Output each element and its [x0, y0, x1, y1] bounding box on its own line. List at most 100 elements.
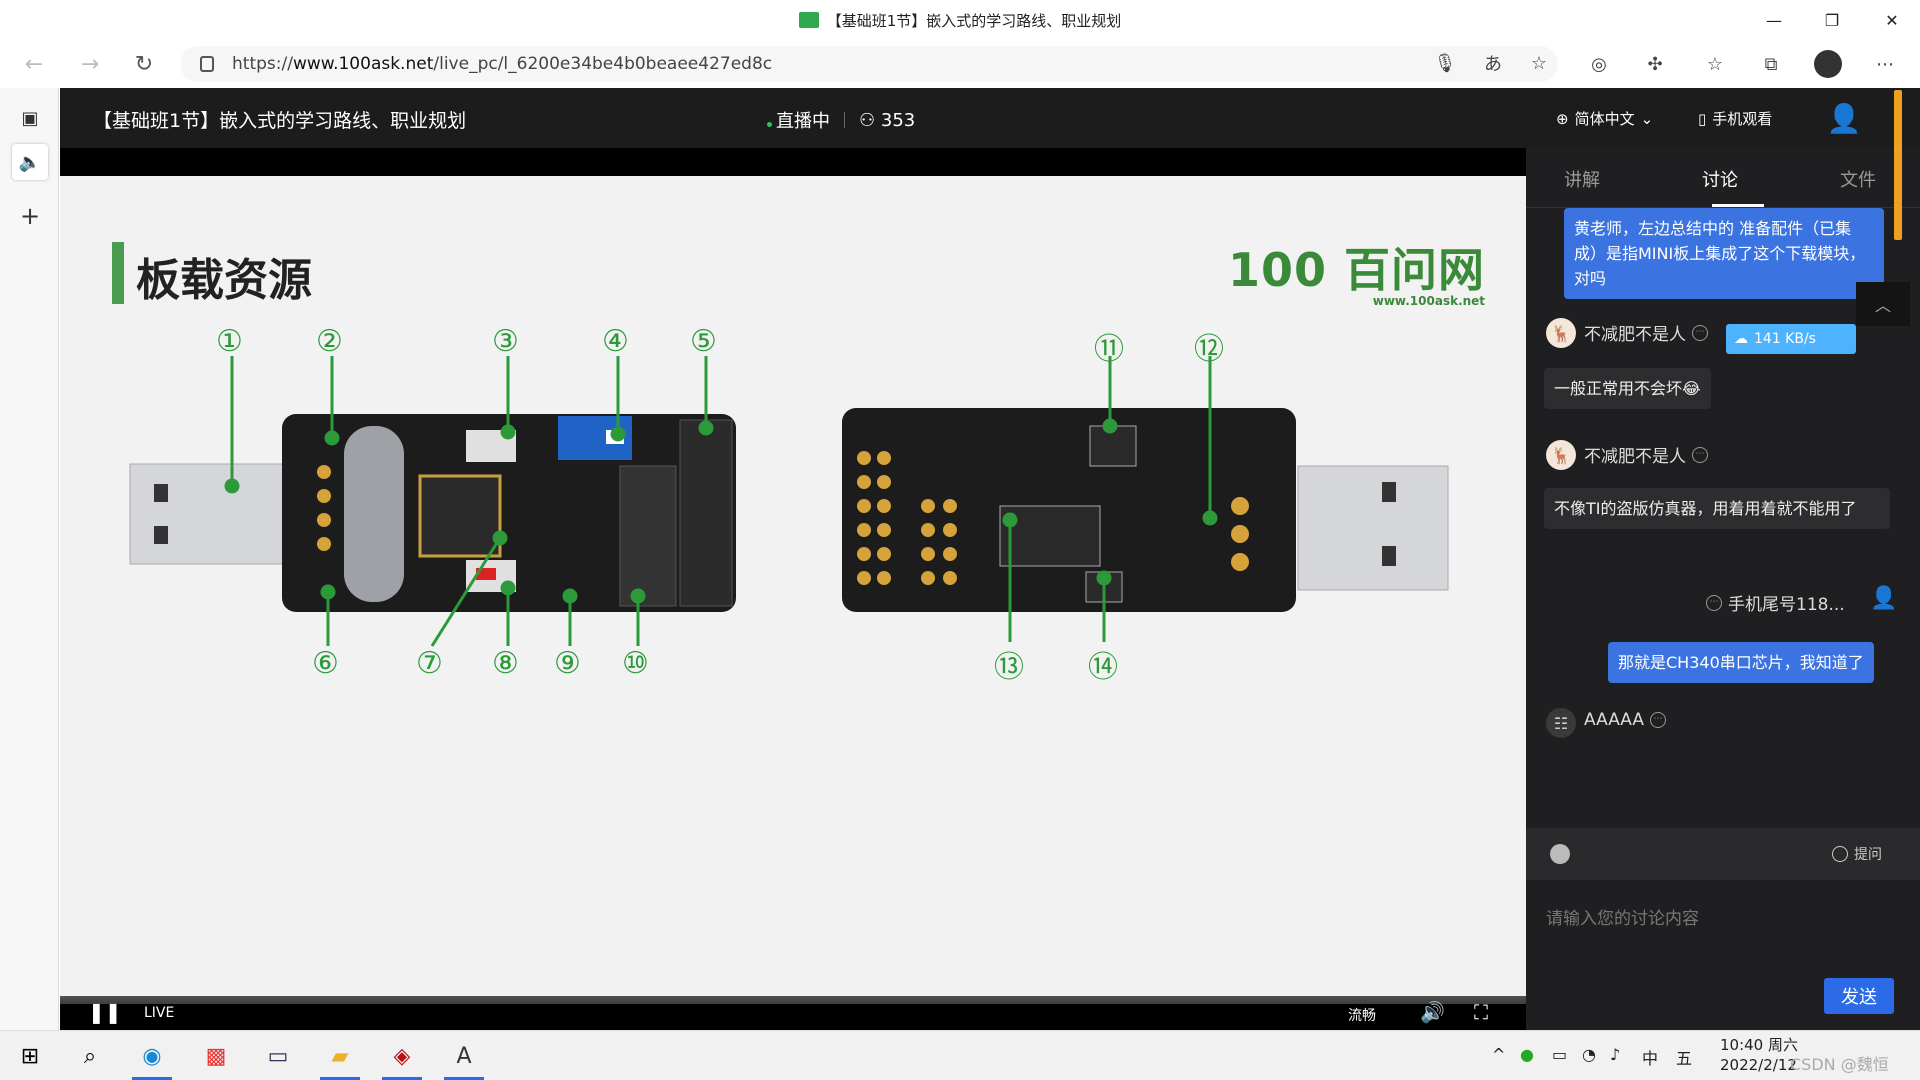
- minimize-button[interactable]: —: [1746, 0, 1802, 40]
- tab-files[interactable]: 文件: [1840, 166, 1876, 192]
- tray-chevron-icon[interactable]: ^: [1492, 1045, 1505, 1064]
- profile-avatar[interactable]: [1814, 50, 1842, 78]
- viewers-count: ⚇ 353: [859, 109, 916, 131]
- side-tabs: 讲解 讨论 文件: [1526, 148, 1920, 208]
- emoji-icon[interactable]: [1550, 844, 1570, 864]
- discussion-input[interactable]: 请输入您的讨论内容: [1546, 904, 1699, 929]
- callout-14: ⑭: [1088, 650, 1118, 685]
- side-panel: 讲解 讨论 文件 黄老师，左边总结中的 准备配件（已集成）是指MINI板上集成了…: [1526, 148, 1920, 1030]
- live-dot-icon: [767, 122, 772, 127]
- search-icon[interactable]: ⌕: [66, 1037, 114, 1075]
- extensions-icon[interactable]: ✣: [1640, 49, 1670, 79]
- callout-13: ⑬: [994, 650, 1024, 685]
- callout-2: ②: [316, 324, 343, 359]
- address-bar[interactable]: https://www.100ask.net/live_pc/l_6200e34…: [180, 46, 1558, 82]
- callout-1: ①: [216, 324, 243, 359]
- message-user: ⋯ 手机尾号118...: [1706, 590, 1845, 615]
- quality-button[interactable]: 流畅: [1348, 1005, 1376, 1025]
- device-app-icon[interactable]: ▭: [254, 1037, 302, 1075]
- tracking-icon[interactable]: ◎: [1584, 49, 1614, 79]
- page-scrollbar[interactable]: [1894, 90, 1902, 240]
- close-button[interactable]: ✕: [1864, 0, 1920, 40]
- callout-8: ⑧: [492, 646, 519, 681]
- ask-toggle[interactable]: 提问: [1832, 844, 1882, 864]
- callout-12: ⑫: [1194, 332, 1224, 367]
- system-clock[interactable]: 10:40 周六 2022/2/12: [1720, 1035, 1798, 1075]
- wifi-icon[interactable]: ◔: [1582, 1045, 1596, 1064]
- speed-text: 141 KB/s: [1754, 331, 1816, 347]
- speaker-icon[interactable]: ♪: [1610, 1045, 1620, 1064]
- clock-time: 10:40 周六: [1720, 1036, 1798, 1054]
- usb-connector-left: [129, 463, 301, 565]
- callout-3: ③: [492, 324, 519, 359]
- youdao-icon[interactable]: ▩: [192, 1037, 240, 1075]
- window-title-text: 【基础班1节】嵌入式的学习路线、职业规划: [826, 11, 1122, 30]
- callout-5: ⑤: [690, 324, 717, 359]
- back-button[interactable]: ←: [16, 48, 52, 80]
- favorite-add-icon[interactable]: ☆: [1524, 48, 1554, 78]
- cloud-icon: ☁: [1734, 331, 1748, 347]
- send-button[interactable]: 发送: [1824, 978, 1894, 1014]
- maximize-button[interactable]: ❐: [1804, 0, 1860, 40]
- message-bubble-other: 一般正常用不会坏😂: [1544, 368, 1711, 409]
- battery-icon[interactable]: ▭: [1552, 1045, 1567, 1064]
- video-player[interactable]: 板载资源 100 百问网 www.100ask.net ① ② ③ ④ ⑤ ⑥ …: [60, 148, 1526, 1030]
- message-bubble-other: 不像TI的盗版仿真器，用着用着就不能用了: [1544, 488, 1890, 529]
- callout-6: ⑥: [312, 646, 339, 681]
- pause-icon[interactable]: ❚❚: [88, 1000, 122, 1024]
- user-avatar: 🦌: [1546, 318, 1576, 348]
- collections-icon[interactable]: ⧉: [1756, 49, 1786, 79]
- favorites-icon[interactable]: ☆: [1700, 49, 1730, 79]
- edge-browser-icon[interactable]: ◉: [128, 1037, 176, 1080]
- message-bubble-me: 那就是CH340串口芯片，我知道了: [1608, 642, 1874, 683]
- volume-icon[interactable]: 🔊: [1420, 1000, 1445, 1024]
- forward-button[interactable]: →: [72, 48, 108, 80]
- more-menu-icon[interactable]: ⋯: [1870, 49, 1900, 79]
- lock-icon: [200, 56, 214, 72]
- slide-content: 板载资源 100 百问网 www.100ask.net ① ② ③ ④ ⑤ ⑥ …: [60, 176, 1526, 1004]
- vertical-tabs-panel: ▣ 🔈 +: [0, 88, 59, 1030]
- more-icon[interactable]: ⋯: [1650, 712, 1667, 728]
- tab-lecture[interactable]: 讲解: [1564, 166, 1600, 192]
- tray-app-icon[interactable]: ●: [1520, 1045, 1534, 1064]
- browser-toolbar: ← → ↻ https://www.100ask.net/live_pc/l_6…: [0, 40, 1920, 88]
- pdf-reader-icon[interactable]: ◈: [378, 1037, 426, 1080]
- mobile-watch-button[interactable]: ▯ 手机观看: [1698, 108, 1772, 129]
- ime-mode[interactable]: 五: [1676, 1045, 1692, 1069]
- language-select[interactable]: ⊕ 简体中文 ⌄: [1556, 108, 1653, 129]
- video-controls: ❚❚ LIVE 流畅 🔊 ⛶: [60, 996, 1526, 1030]
- globe-icon: ⊕: [1556, 109, 1569, 128]
- file-explorer-icon[interactable]: ▰: [316, 1037, 364, 1080]
- chevron-down-icon: ⌄: [1640, 109, 1654, 128]
- tab-actions-icon[interactable]: ▣: [12, 100, 48, 136]
- read-aloud-icon[interactable]: あ: [1478, 48, 1508, 78]
- tab-discussion[interactable]: 讨论: [1702, 166, 1738, 192]
- more-icon[interactable]: ⋯: [1692, 446, 1708, 463]
- usb-connector-right: [1297, 465, 1449, 591]
- new-tab-icon[interactable]: +: [12, 198, 48, 234]
- divider: [844, 112, 845, 128]
- live-page: 【基础班1节】嵌入式的学习路线、职业规划 直播中 ⚇ 353 ⊕ 简体中文 ⌄ …: [60, 88, 1920, 1030]
- app-a-icon[interactable]: A: [440, 1037, 488, 1080]
- radio-icon: [1832, 846, 1848, 862]
- site-favicon-icon: [798, 12, 819, 28]
- user-avatar-icon[interactable]: 👤: [1826, 100, 1862, 136]
- microphone-icon[interactable]: 🎙: [1430, 48, 1460, 78]
- callout-9: ⑨: [554, 646, 581, 681]
- page-header: 【基础班1节】嵌入式的学习路线、职业规划 直播中 ⚇ 353 ⊕ 简体中文 ⌄ …: [60, 88, 1920, 148]
- ime-indicator[interactable]: 中: [1642, 1045, 1658, 1069]
- more-icon[interactable]: ⋯: [1706, 594, 1722, 611]
- windows-start-icon[interactable]: ⊞: [6, 1037, 54, 1075]
- refresh-button[interactable]: ↻: [126, 48, 162, 80]
- scroll-up-button[interactable]: ︿: [1856, 282, 1910, 326]
- audio-tab-icon[interactable]: 🔈: [12, 144, 48, 180]
- speed-widget: ☁ 141 KB/s: [1726, 324, 1856, 354]
- fullscreen-icon[interactable]: ⛶: [1474, 1000, 1488, 1024]
- mobile-watch-label: 手机观看: [1712, 110, 1773, 128]
- more-icon[interactable]: ⋯: [1692, 324, 1708, 341]
- csdn-watermark: CSDN @魏恒: [1790, 1055, 1889, 1074]
- message-user: 不减肥不是人 ⋯: [1584, 320, 1708, 345]
- callout-7: ⑦: [416, 646, 443, 681]
- board-diagram: [129, 356, 1449, 647]
- message-user: AAAAA ⋯: [1584, 710, 1667, 730]
